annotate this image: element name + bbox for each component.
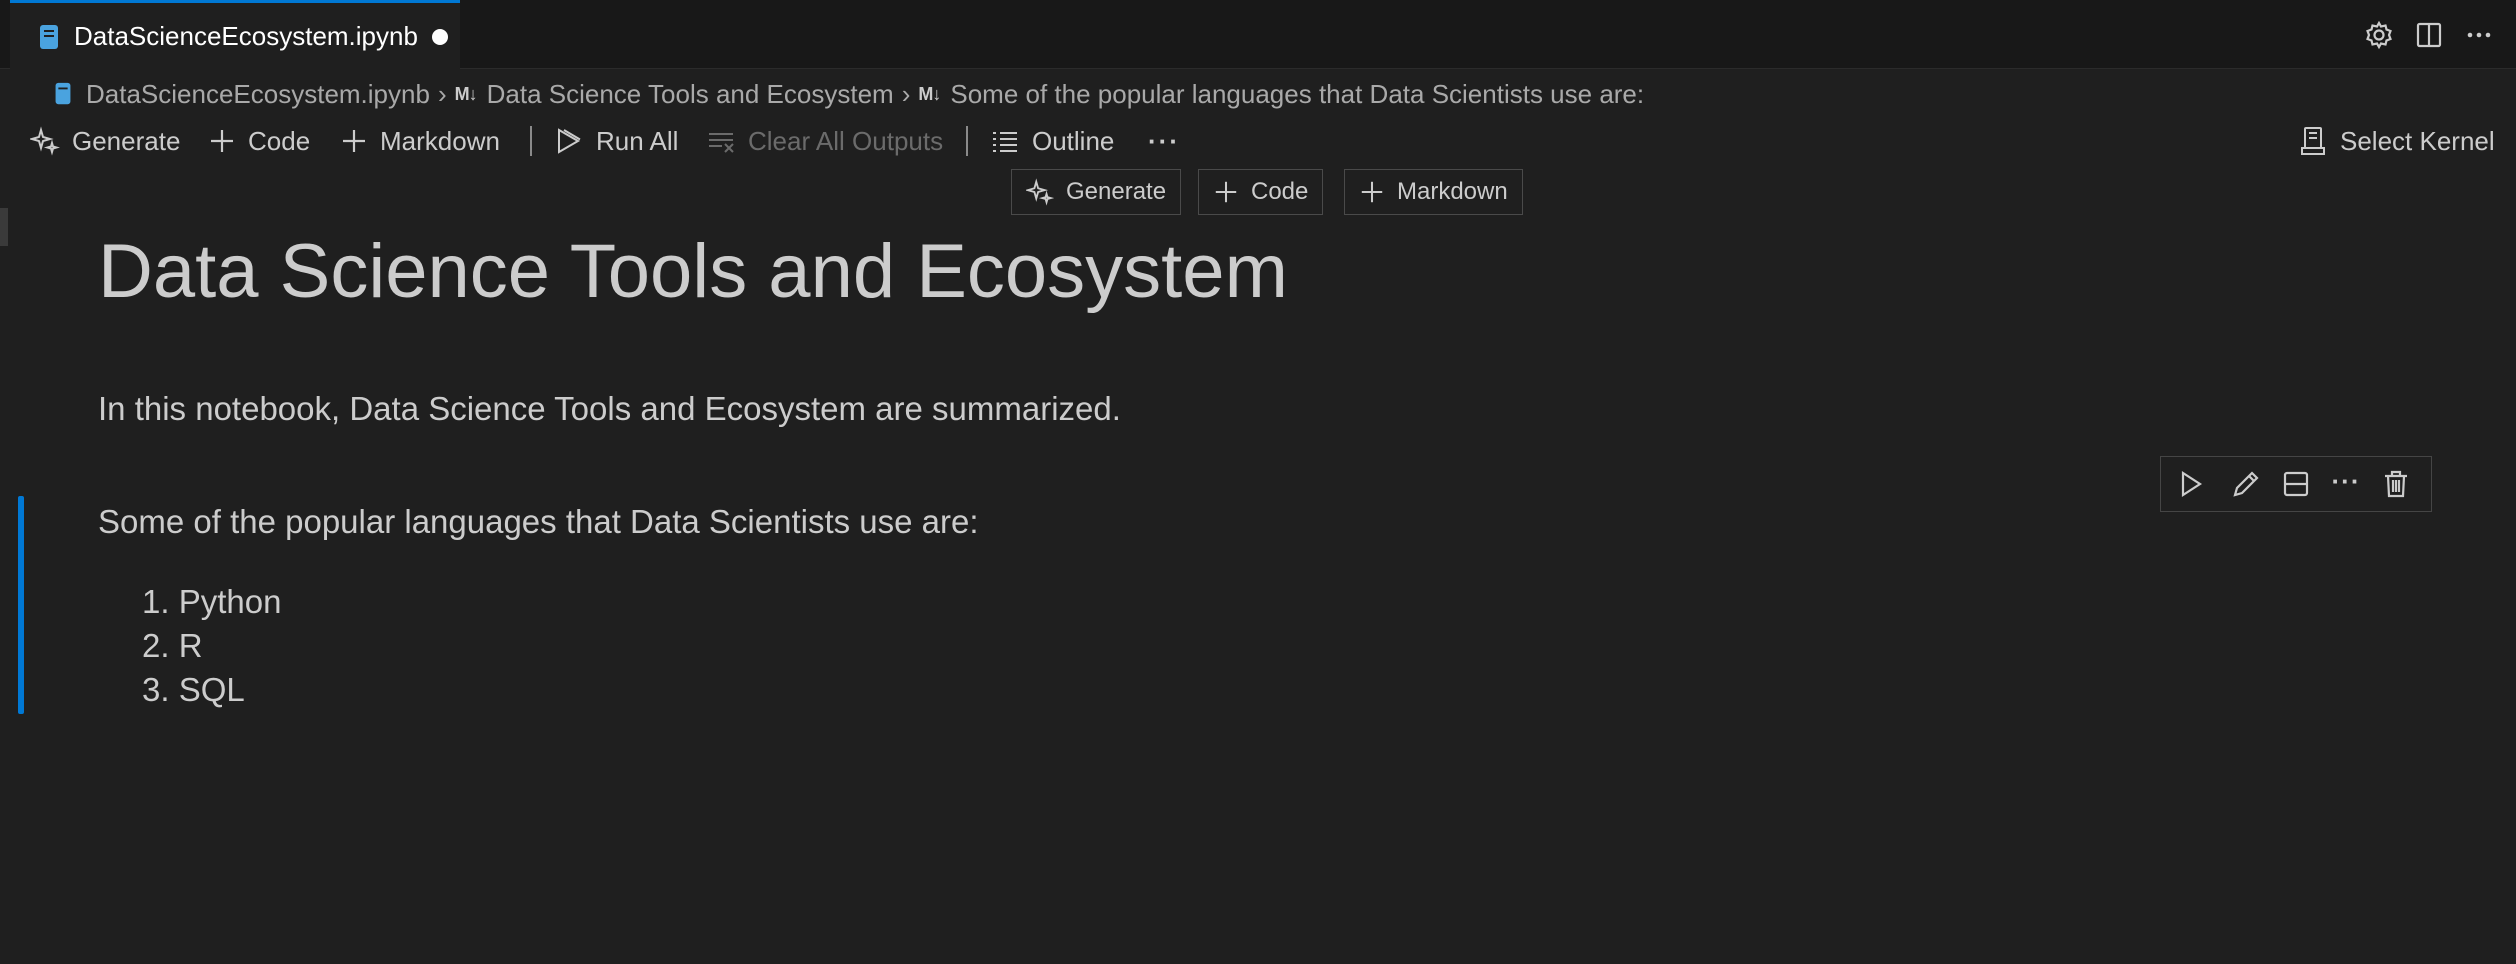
- breadcrumb-section-languages[interactable]: M↓ Some of the popular languages that Da…: [918, 79, 1644, 110]
- kernel-icon: [2301, 127, 2325, 155]
- run-all-label: Run All: [596, 125, 679, 156]
- split-editor-icon[interactable]: [2412, 18, 2446, 52]
- code-label: Code: [248, 125, 311, 156]
- settings-gear-icon[interactable]: [2362, 18, 2396, 52]
- clear-outputs-icon: [709, 133, 734, 153]
- outline-label: Outline: [1032, 125, 1115, 156]
- generate-label: Generate: [72, 125, 181, 156]
- markdown-icon: M↓: [918, 83, 941, 104]
- split-cell-icon[interactable]: [2279, 467, 2313, 501]
- active-cell-indicator: [18, 496, 24, 714]
- markdown-languages-text[interactable]: Some of the popular languages that Data …: [98, 503, 979, 541]
- breadcrumb-file[interactable]: DataScienceEcosystem.ipynb: [50, 79, 430, 110]
- cell-toolbar: ···: [2160, 456, 2432, 512]
- notebook-toolbar: Generate Code Markdown Run All Clear All…: [24, 120, 2516, 162]
- more-toolbar-button[interactable]: ···: [1148, 120, 1180, 162]
- delete-trash-icon[interactable]: [2379, 467, 2413, 501]
- markdown-icon: M↓: [454, 83, 478, 104]
- notebook-file-icon: [38, 23, 60, 56]
- editor-tab-bar: DataScienceEcosystem.ipynb: [0, 0, 2516, 69]
- breadcrumb: DataScienceEcosystem.ipynb › M↓ Data Sci…: [50, 76, 1644, 112]
- plus-icon: [1215, 181, 1237, 203]
- markdown-heading[interactable]: Data Science Tools and Ecosystem: [98, 228, 1288, 315]
- outline-button[interactable]: Outline: [990, 120, 1114, 162]
- chevron-right-icon: ›: [437, 78, 447, 109]
- notebook-editor: DataScienceEcosystem.ipynb DataScienceEc…: [0, 0, 2516, 964]
- insert-generate-label: Generate: [1066, 178, 1167, 205]
- sparkle-icon: [1026, 178, 1054, 206]
- execute-cell-icon[interactable]: [2173, 467, 2207, 501]
- edit-pencil-icon[interactable]: [2229, 467, 2263, 501]
- generate-button[interactable]: Generate: [30, 120, 180, 162]
- list-item: 2. R: [142, 627, 203, 664]
- add-markdown-cell-button[interactable]: Markdown: [340, 120, 500, 162]
- unsaved-dot-icon[interactable]: [432, 29, 448, 45]
- select-kernel-button[interactable]: Select Kernel: [2298, 120, 2495, 162]
- outline-list-icon: [993, 132, 1017, 152]
- breadcrumb-section-label: Some of the popular languages that Data …: [950, 78, 1645, 109]
- editor-tab[interactable]: DataScienceEcosystem.ipynb: [10, 0, 460, 69]
- insert-generate-button[interactable]: Generate: [1011, 169, 1182, 215]
- insert-code-button[interactable]: Code: [1198, 169, 1324, 215]
- chevron-right-icon: ›: [901, 78, 911, 109]
- clear-outputs-label: Clear All Outputs: [748, 125, 944, 156]
- select-kernel-label: Select Kernel: [2340, 125, 2495, 156]
- breadcrumb-section-label: Data Science Tools and Ecosystem: [486, 78, 894, 109]
- more-icon[interactable]: ···: [2329, 467, 2363, 501]
- scrollbar-marker[interactable]: [0, 208, 8, 246]
- languages-list: 1. Python 2. R 3. SQL: [142, 580, 281, 712]
- list-item: 3. SQL: [142, 671, 245, 708]
- insert-markdown-label: Markdown: [1397, 178, 1508, 205]
- plus-icon: [343, 130, 365, 152]
- breadcrumb-file-label: DataScienceEcosystem.ipynb: [86, 78, 430, 109]
- add-code-cell-button[interactable]: Code: [208, 120, 310, 162]
- list-item: 1. Python: [142, 583, 282, 620]
- markdown-label: Markdown: [380, 125, 500, 156]
- insert-code-label: Code: [1251, 178, 1309, 205]
- toolbar-divider: [966, 126, 968, 156]
- plus-icon: [211, 130, 233, 152]
- clear-all-outputs-button[interactable]: Clear All Outputs: [706, 120, 943, 162]
- more-actions-icon[interactable]: [2462, 18, 2496, 52]
- run-all-icon: [558, 128, 581, 154]
- sparkle-icon: [30, 126, 60, 156]
- breadcrumb-section-heading[interactable]: M↓ Data Science Tools and Ecosystem: [455, 79, 894, 110]
- run-all-button[interactable]: Run All: [554, 120, 678, 162]
- insert-markdown-button[interactable]: Markdown: [1344, 169, 1523, 215]
- tab-label: DataScienceEcosystem.ipynb: [74, 21, 418, 51]
- markdown-intro-text[interactable]: In this notebook, Data Science Tools and…: [98, 390, 1121, 428]
- toolbar-divider: [530, 126, 532, 156]
- notebook-file-icon: [55, 82, 71, 105]
- plus-icon: [1361, 181, 1383, 203]
